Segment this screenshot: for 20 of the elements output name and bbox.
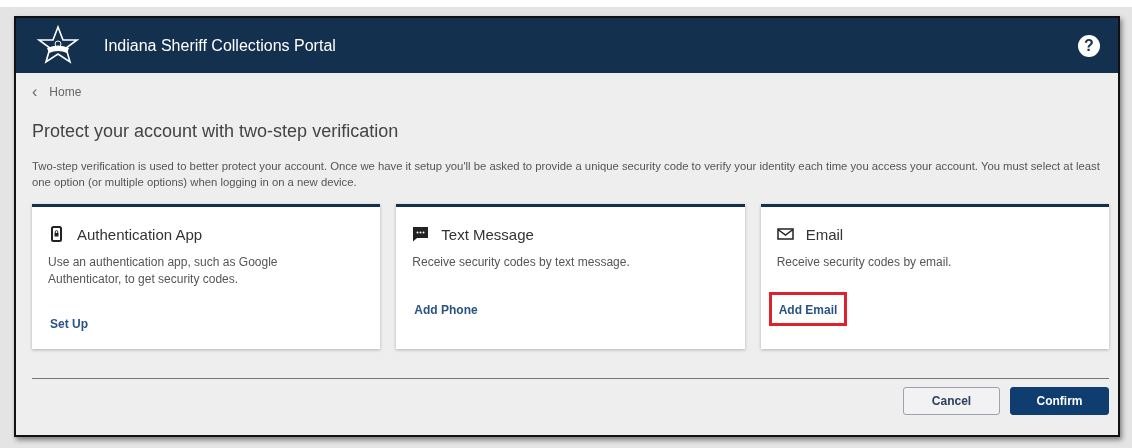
option-description: Use an authentication app, such as Google Authenticator, to get security codes.: [48, 254, 279, 288]
confirm-button[interactable]: Confirm: [1010, 387, 1109, 415]
option-link[interactable]: Add Phone: [414, 303, 478, 317]
phone-lock-icon: [51, 226, 62, 242]
option-description: Receive security codes by email.: [776, 254, 953, 271]
option-link[interactable]: Set Up: [50, 317, 88, 331]
back-chevron-icon[interactable]: ‹: [32, 83, 38, 101]
page-heading: Protect your account with two-step verification: [32, 121, 400, 142]
chat-icon: [412, 226, 430, 242]
option-link[interactable]: Add Email: [778, 303, 838, 317]
option-description: Receive security codes by text message.: [412, 254, 631, 271]
cancel-button[interactable]: Cancel: [903, 387, 1000, 415]
description-text: Two-step verification is used to better protect your account. Once we have it setup you'll be asked to provide a unique security code to verify your identity each time you access your account. You must select at least one option (or multiple options) when logging in on a new device.: [32, 159, 1101, 190]
portal-title: Indiana Sheriff Collections Portal: [104, 36, 337, 55]
option-title: Text Message: [441, 225, 534, 243]
option-title: Email: [805, 225, 844, 243]
envelope-icon: [776, 228, 794, 240]
help-icon[interactable]: ?: [1078, 34, 1100, 57]
home-link[interactable]: Home: [49, 85, 82, 99]
option-title: Authentication App: [77, 225, 203, 243]
